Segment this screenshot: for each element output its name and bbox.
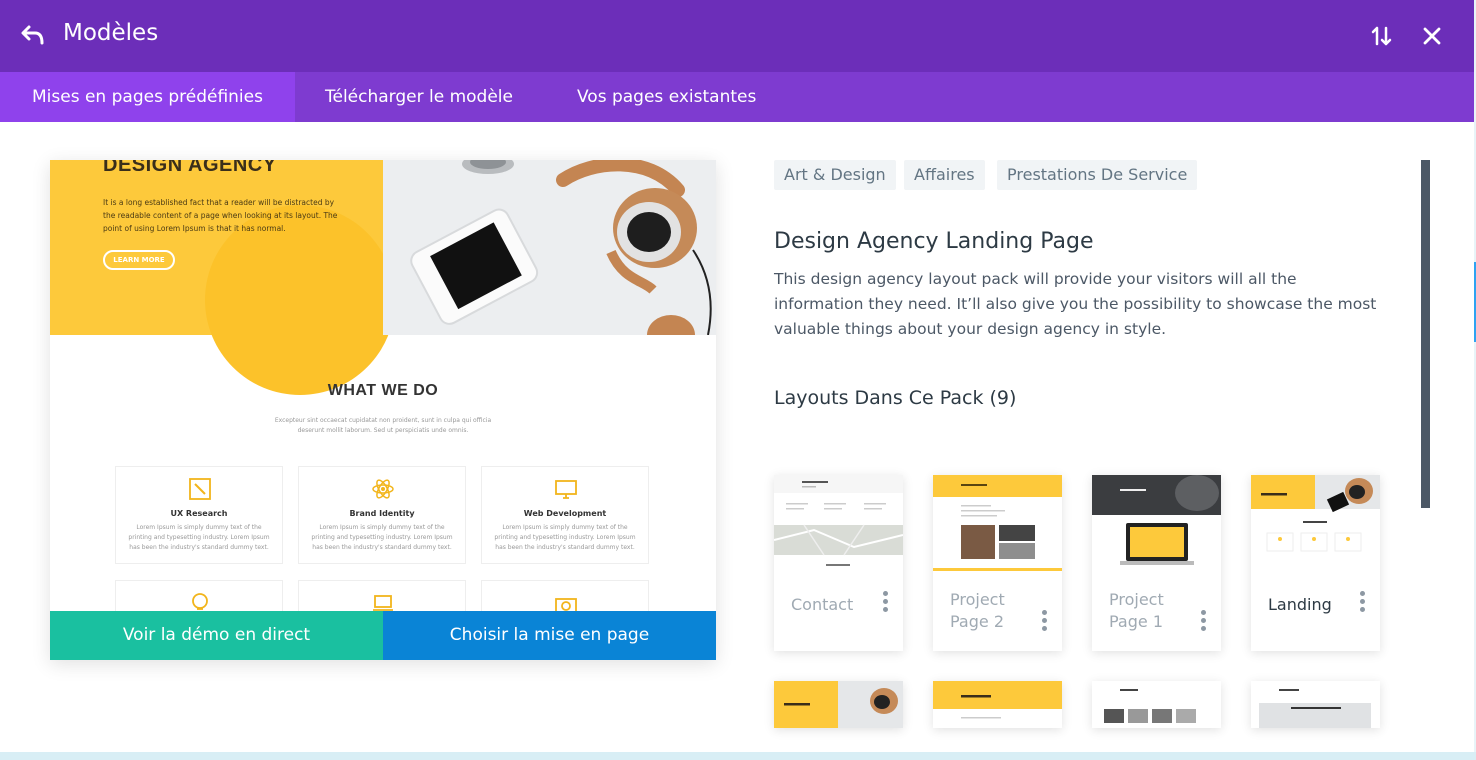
preview-section-title: WHAT WE DO [327,382,439,399]
sort-icon[interactable] [1369,23,1395,49]
more-options-icon[interactable] [1355,591,1369,617]
close-icon[interactable] [1420,24,1444,48]
layout-card-contact[interactable]: Contact [774,475,903,651]
bottom-edge [0,752,1476,760]
preview-learn-more: LEARN MORE [103,250,175,270]
choose-layout-button[interactable]: Choisir la mise en page [383,611,716,660]
tab-bar: Mises en pages prédéfinies Télécharger l… [0,72,1474,122]
tag-business[interactable]: Affaires [904,160,985,190]
tab-upload-template[interactable]: Télécharger le modèle [293,72,545,122]
modal-titlebar: Modèles [0,0,1474,72]
layout-card-label: Landing [1268,595,1332,614]
layout-card[interactable] [774,681,903,728]
tag-services[interactable]: Prestations De Service [997,160,1198,190]
tab-existing-pages[interactable]: Vos pages existantes [545,72,788,122]
layout-thumbnail [774,475,903,571]
preview-heading: DESIGN AGENCY [103,160,277,176]
layout-thumbnail [933,475,1062,571]
more-options-icon[interactable] [1196,610,1210,636]
preview-intro: It is a long established fact that a rea… [103,198,338,233]
layout-thumbnail [774,681,903,728]
preview-hero: DESIGN AGENCY It is a long established f… [50,160,395,395]
layout-card[interactable] [933,681,1062,728]
preview-section-subtitle: Excepteur sint occaecat cupidatat non pr… [274,417,492,434]
layout-preview: DESIGN AGENCY It is a long established f… [50,160,716,660]
service-name: Brand Identity [349,509,415,518]
layout-card-project-page-2[interactable]: Project Page 2 [933,475,1062,651]
live-demo-button[interactable]: Voir la démo en direct [50,611,383,660]
back-arrow-icon[interactable] [20,22,46,48]
layout-card[interactable] [1251,681,1380,728]
service-card: Web Development Lorem Ipsum is simply du… [481,466,649,564]
tab-predefined-layouts[interactable]: Mises en pages prédéfinies [0,72,295,122]
layout-card-label: Project Page 1 [1109,590,1164,631]
service-name: UX Research [170,509,228,518]
layouts-in-pack-heading: Layouts Dans Ce Pack (9) [774,387,1017,409]
layout-thumbnail [1251,681,1380,728]
scrollbar-thumb[interactable] [1421,160,1430,508]
layout-thumbnail [933,681,1062,728]
layout-pack-title: Design Agency Landing Page [774,229,1094,254]
layout-card-label: Contact [791,595,854,614]
modal-title: Modèles [63,20,159,46]
more-options-icon[interactable] [1037,610,1051,636]
service-desc: Lorem Ipsum is simply dummy text of the … [128,524,270,551]
service-card: Brand Identity Lorem Ipsum is simply dum… [298,466,466,564]
layout-library-modal: Modèles Mises en pages prédéfinies Téléc… [0,0,1474,752]
more-options-icon[interactable] [878,591,892,617]
atom-icon [372,479,394,499]
service-desc: Lorem Ipsum is simply dummy text of the … [494,524,636,551]
layout-card-landing[interactable]: Landing [1251,475,1380,651]
service-desc: Lorem Ipsum is simply dummy text of the … [311,524,453,551]
layout-card[interactable] [1092,681,1221,728]
layout-card-project-page-1[interactable]: Project Page 1 [1092,475,1221,651]
service-card: UX Research Lorem Ipsum is simply dummy … [115,466,283,564]
layout-card-label: Project Page 2 [950,590,1005,631]
headphones-phone-photo [383,160,716,335]
layout-thumbnail [1251,475,1380,571]
tag-art-design[interactable]: Art & Design [774,160,896,190]
layout-pack-description: This design agency layout pack will prov… [774,270,1377,338]
layout-thumbnail [1092,681,1221,728]
monitor-icon [555,480,577,499]
preview-hero-image [383,160,716,335]
layout-thumbnail [1092,475,1221,571]
service-name: Web Development [523,509,607,518]
pencil-square-icon [189,478,211,500]
